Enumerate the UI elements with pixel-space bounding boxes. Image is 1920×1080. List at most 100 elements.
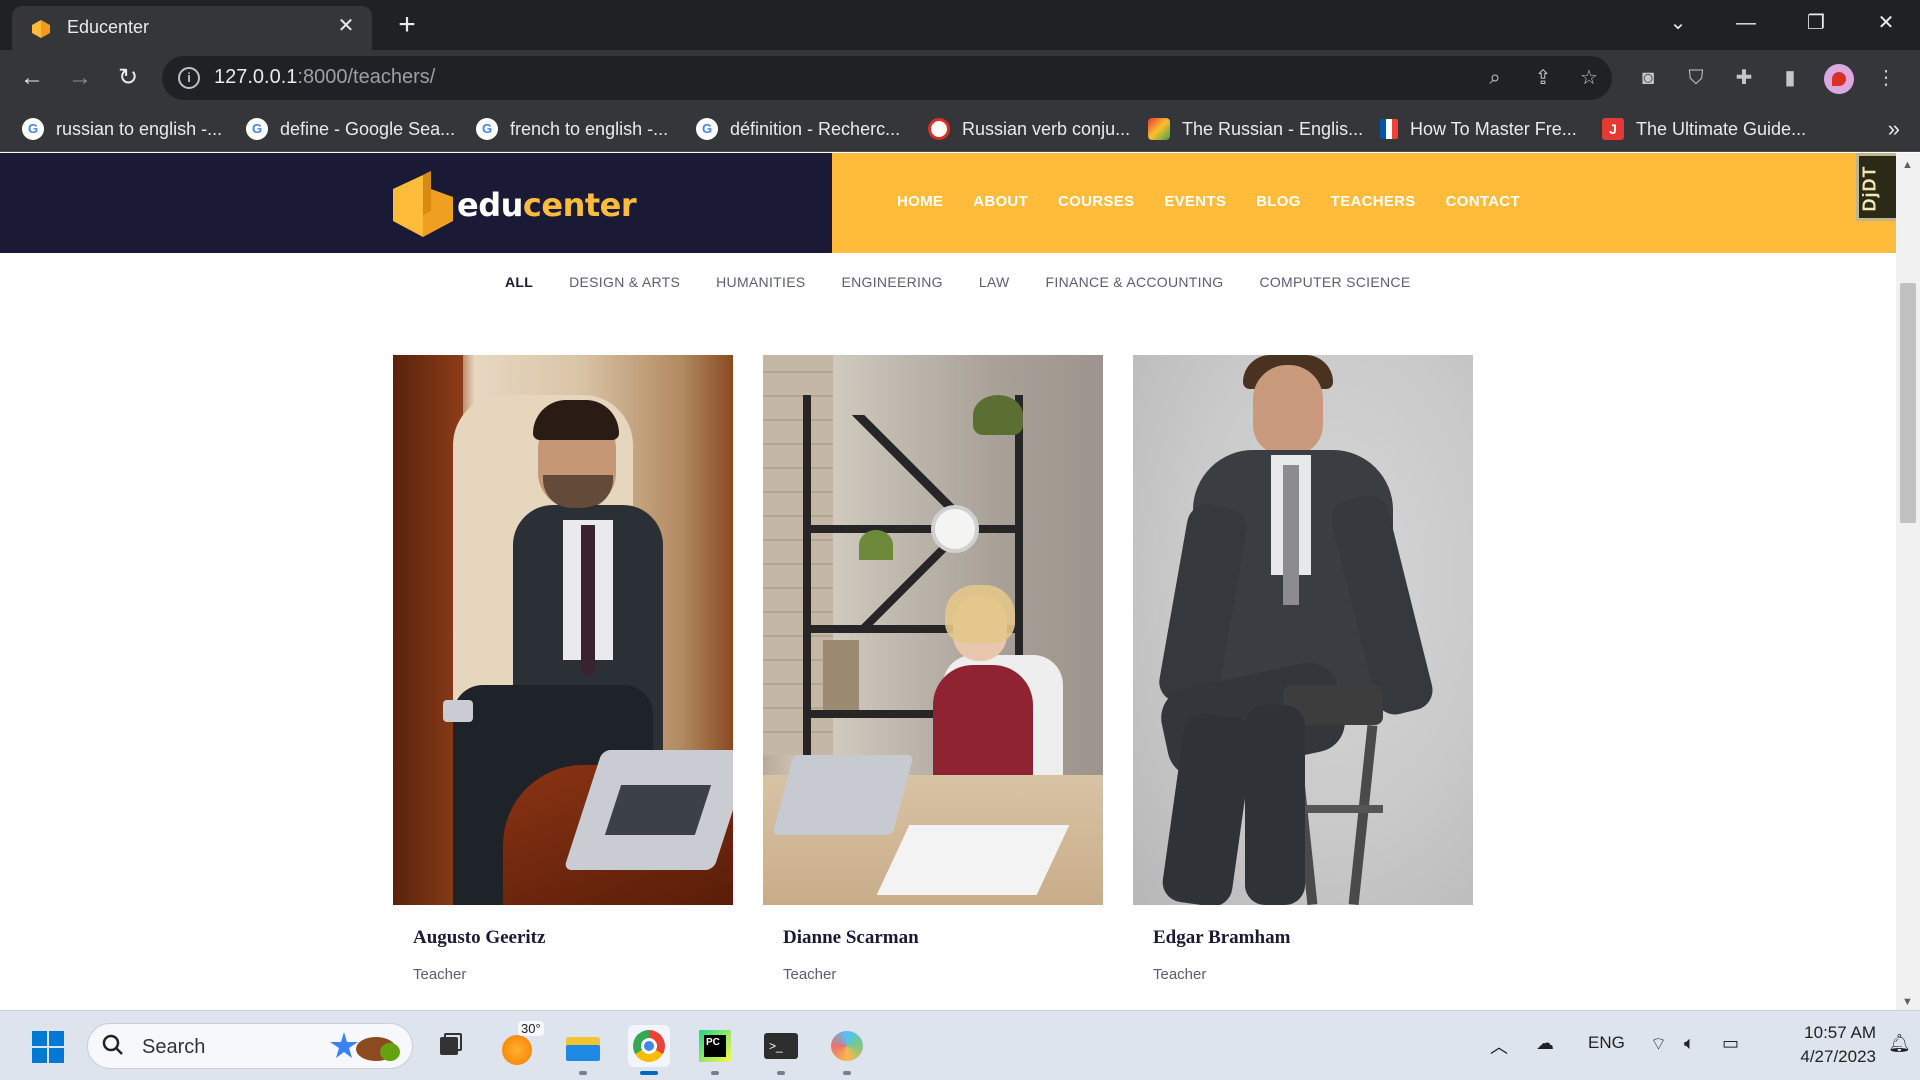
google-icon: G [696,118,718,140]
teacher-role: Teacher [413,966,467,983]
site-logo[interactable]: educenter [393,171,637,237]
page-scrollbar[interactable]: ▲ ▼ [1896,153,1920,1010]
share-icon[interactable]: ⇪ [1530,65,1556,91]
task-view-icon[interactable] [430,1025,472,1067]
profile-avatar[interactable] [1824,64,1854,94]
clock-date: 4/27/2023 [1800,1047,1876,1066]
onedrive-cloud-icon[interactable]: ☁ [1536,1033,1554,1054]
shield-extension-icon[interactable]: ⛉ [1682,64,1710,92]
site-info-icon[interactable]: i [178,67,200,89]
bookmark-item[interactable]: Gfrench to english -... [476,114,668,144]
teacher-name[interactable]: Augusto Geeritz [413,927,545,949]
scrollbar-thumb[interactable] [1900,283,1916,523]
back-icon[interactable]: ← [16,62,48,94]
search-label: Search [142,1036,206,1058]
bookmarks-bar: Grussian to english -... Gdefine - Googl… [0,106,1920,152]
file-explorer-icon[interactable] [562,1025,604,1075]
teacher-name[interactable]: Edgar Bramham [1153,927,1290,949]
filter-design-arts[interactable]: DESIGN & ARTS [569,274,680,290]
windows-taskbar: Search 30° PC >_ ︿ ☁ ENG ⌔ 🔈︎ ▭ 10:57 AM… [0,1010,1920,1080]
wifi-icon[interactable]: ⌔ [1650,1033,1667,1056]
bookmark-item[interactable]: The Russian - Englis... [1148,114,1363,144]
tab-search-icon[interactable]: ⌄ [1658,8,1698,38]
bookmark-item[interactable]: How To Master Fre... [1380,114,1577,144]
bookmark-item[interactable]: Grussian to english -... [22,114,222,144]
teacher-filter-bar: ALL DESIGN & ARTS HUMANITIES ENGINEERING… [505,274,1446,290]
filter-finance-accounting[interactable]: FINANCE & ACCOUNTING [1046,274,1224,290]
page-viewport: educenter DjDT HOME ABOUT COURSES EVENTS… [0,153,1896,1010]
volume-icon[interactable]: 🔈︎ [1684,1033,1695,1054]
pycharm-icon[interactable]: PC [694,1025,736,1075]
address-url[interactable]: 127.0.0.1:8000/teachers/ [214,66,435,89]
scroll-down-icon[interactable]: ▼ [1902,996,1913,1008]
header-logo-area: educenter [0,153,832,253]
scroll-up-icon[interactable]: ▲ [1902,159,1913,171]
reload-icon[interactable]: ↻ [112,62,144,94]
chrome-taskbar-icon[interactable] [628,1025,670,1075]
teacher-photo[interactable] [763,355,1103,905]
more-bookmarks-icon[interactable]: » [1888,116,1900,142]
reverso-icon [928,118,950,140]
extensions-puzzle-icon[interactable]: ✚ [1730,64,1758,92]
forward-icon[interactable]: → [64,62,96,94]
battery-icon[interactable]: ▭ [1722,1033,1739,1054]
nav-courses[interactable]: COURSES [1058,193,1134,210]
teacher-card[interactable]: Edgar Bramham Teacher [1133,355,1473,983]
django-debug-toolbar-handle[interactable]: DjDT [1856,153,1896,221]
bookmark-star-icon[interactable]: ☆ [1576,65,1602,91]
french-flag-icon [1380,119,1398,139]
paint-icon [1148,118,1170,140]
teacher-card[interactable]: Dianne Scarman Teacher [763,355,1103,983]
restore-icon[interactable]: ❐ [1796,8,1836,38]
logo-mark-icon [393,171,453,237]
teacher-photo[interactable] [1133,355,1473,905]
close-window-icon[interactable]: ✕ [1866,8,1906,38]
teacher-name[interactable]: Dianne Scarman [783,927,919,949]
filter-all[interactable]: ALL [505,274,533,290]
bookmark-item[interactable]: J The Ultimate Guide... [1602,114,1806,144]
camera-extension-icon[interactable]: ◙ [1634,64,1662,92]
nav-events[interactable]: EVENTS [1164,193,1226,210]
tab-title: Educenter [67,17,150,37]
j-icon: J [1602,118,1624,140]
google-icon: G [476,118,498,140]
taskbar-search[interactable]: Search [87,1023,413,1069]
nav-home[interactable]: HOME [897,193,943,210]
show-hidden-icons-icon[interactable]: ︿ [1490,1033,1508,1059]
side-panel-icon[interactable]: ▮ [1776,64,1804,92]
taskbar-clock[interactable]: 10:57 AM 4/27/2023 [1764,1021,1876,1069]
notification-bell-icon[interactable]: 🔔︎ [1888,1033,1911,1054]
nav-about[interactable]: ABOUT [973,193,1028,210]
language-indicator[interactable]: ENG [1588,1033,1625,1053]
new-tab-icon[interactable]: + [392,10,422,40]
teacher-role: Teacher [783,966,837,983]
close-tab-icon[interactable]: ✕ [334,14,358,38]
filter-computer-science[interactable]: COMPUTER SCIENCE [1259,274,1410,290]
browser-tab[interactable]: Educenter ✕ [12,6,372,50]
windows-start-icon[interactable] [32,1031,64,1063]
weather-temperature: 30° [518,1021,544,1036]
teacher-card[interactable]: Augusto Geeritz Teacher [393,355,733,983]
nav-teachers[interactable]: TEACHERS [1331,193,1416,210]
site-header: educenter DjDT HOME ABOUT COURSES EVENTS… [0,153,1896,253]
filter-law[interactable]: LAW [979,274,1010,290]
filter-engineering[interactable]: ENGINEERING [841,274,942,290]
minimize-icon[interactable]: — [1726,8,1766,38]
browser-toolbar: ← → ↻ i 127.0.0.1:8000/teachers/ ⌕ ⇪ ☆ ◙… [0,50,1920,106]
nav-blog[interactable]: BLOG [1256,193,1301,210]
chrome-menu-icon[interactable]: ⋮ [1872,64,1900,92]
teacher-role: Teacher [1153,966,1207,983]
paint-app-icon[interactable] [826,1025,868,1075]
address-bar[interactable]: i 127.0.0.1:8000/teachers/ ⌕ ⇪ ☆ [162,56,1612,100]
main-nav: HOME ABOUT COURSES EVENTS BLOG TEACHERS … [897,193,1550,210]
zoom-icon[interactable]: ⌕ [1482,65,1508,91]
educenter-favicon-icon [32,20,50,38]
clock-time: 10:57 AM [1804,1023,1876,1042]
bookmark-item[interactable]: Gdéfinition - Recherc... [696,114,900,144]
bookmark-item[interactable]: Gdefine - Google Sea... [246,114,455,144]
teacher-photo[interactable] [393,355,733,905]
terminal-icon[interactable]: >_ [760,1025,802,1075]
filter-humanities[interactable]: HUMANITIES [716,274,805,290]
nav-contact[interactable]: CONTACT [1446,193,1520,210]
bookmark-item[interactable]: Russian verb conju... [928,114,1130,144]
